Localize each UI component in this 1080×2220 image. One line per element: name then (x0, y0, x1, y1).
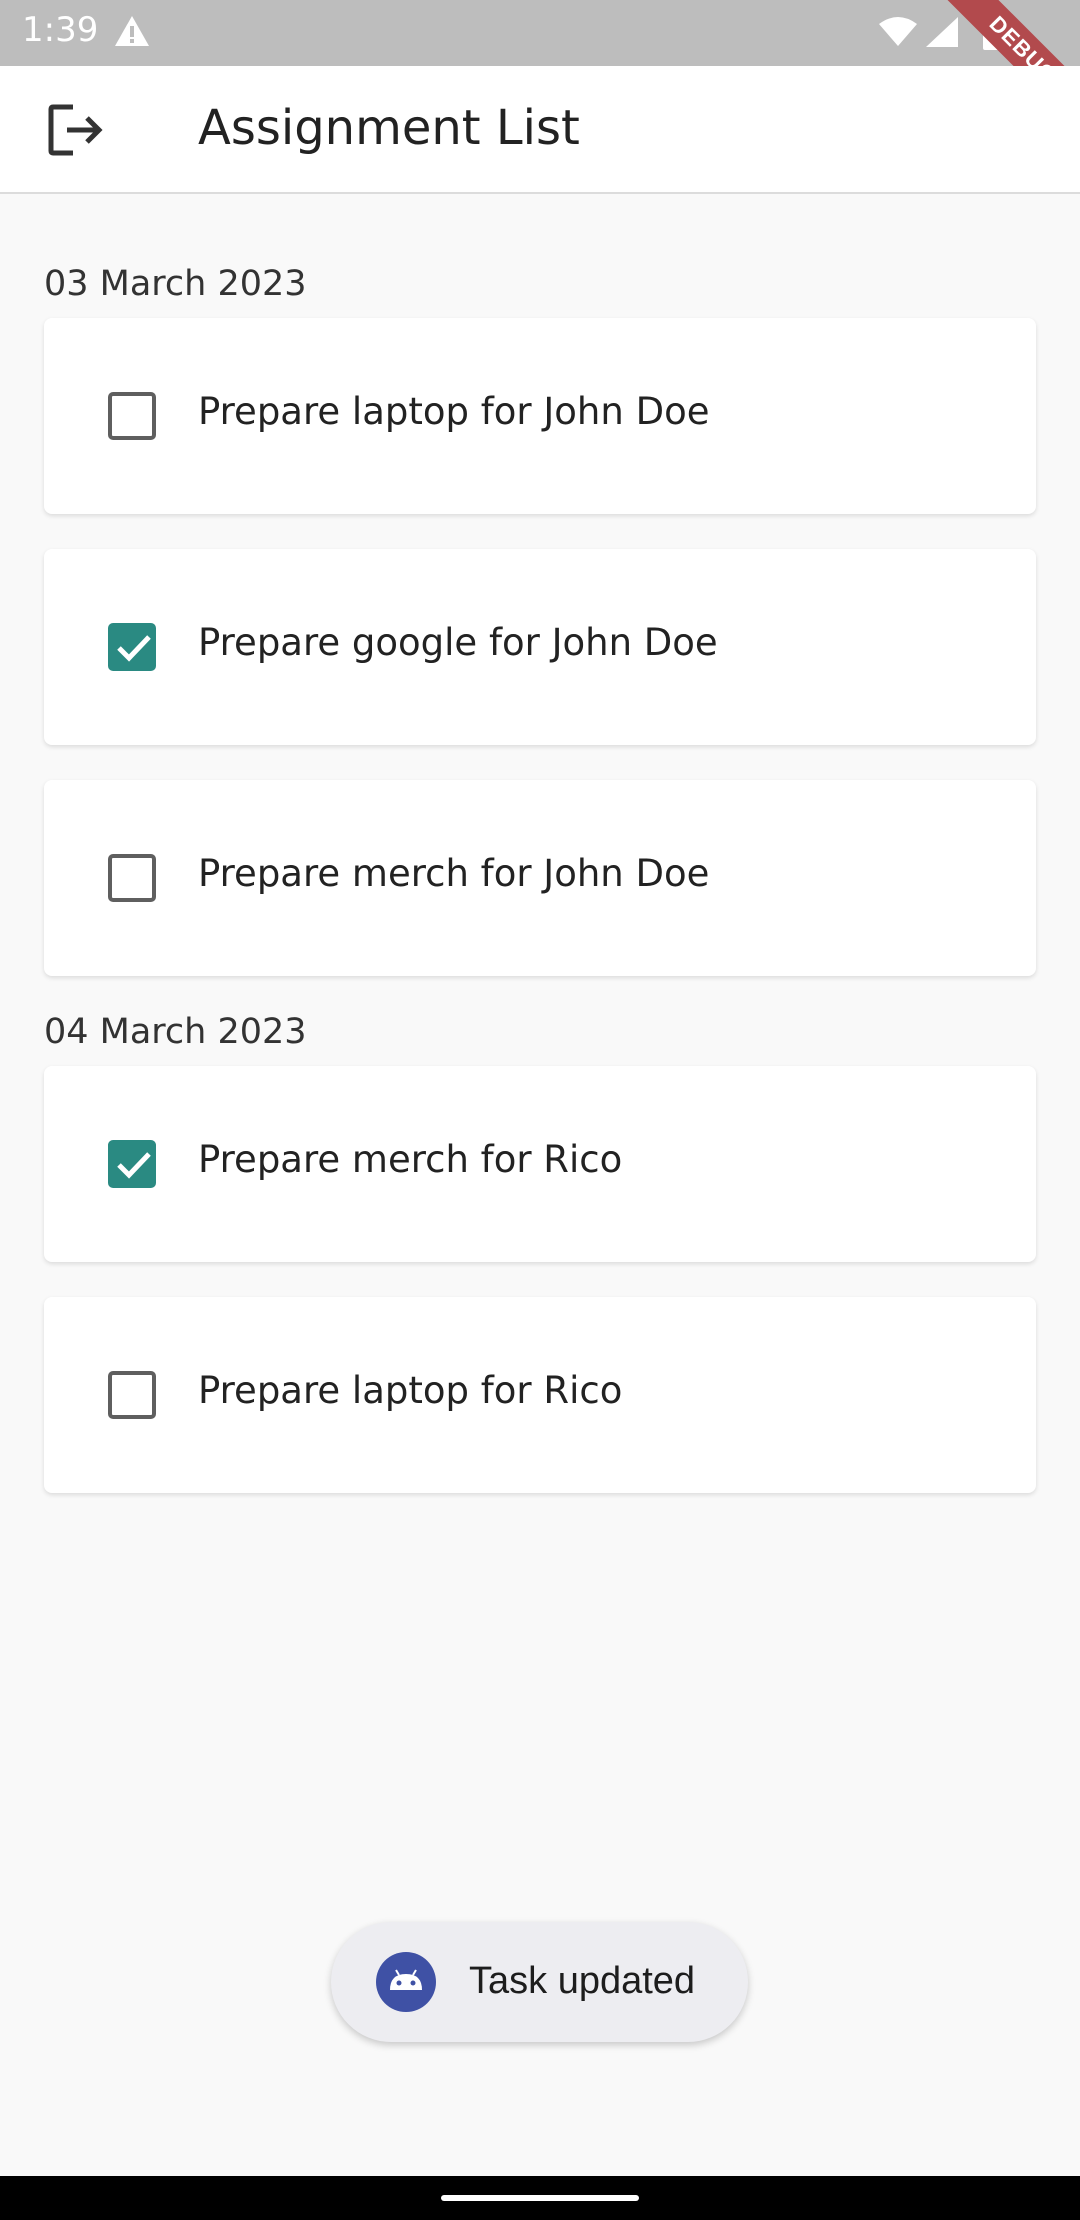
task-label: Prepare merch for Rico (198, 1138, 623, 1181)
task-card[interactable]: Prepare laptop for John Doe (44, 318, 1036, 514)
status-bar: 1:39 (0, 0, 1080, 66)
task-card[interactable]: Prepare google for John Doe (44, 549, 1036, 745)
task-card[interactable]: Prepare merch for John Doe (44, 780, 1036, 976)
task-checkbox[interactable] (108, 1140, 156, 1188)
task-label: Prepare laptop for John Doe (198, 390, 710, 433)
task-checkbox[interactable] (108, 623, 156, 671)
toast: Task updated (331, 1922, 748, 2042)
warning-icon (113, 14, 151, 52)
page-title: Assignment List (198, 100, 580, 156)
navigation-bar (0, 2176, 1080, 2220)
checkmark-icon (117, 635, 151, 662)
status-time: 1:39 (22, 10, 99, 50)
task-label: Prepare google for John Doe (198, 621, 718, 664)
task-checkbox[interactable] (108, 854, 156, 902)
signal-icon (925, 16, 959, 52)
app-bar: Assignment List (0, 66, 1080, 194)
android-app-icon (376, 1952, 436, 2016)
task-checkbox[interactable] (108, 1371, 156, 1419)
checkmark-icon (117, 1152, 151, 1179)
task-card[interactable]: Prepare laptop for Rico (44, 1297, 1036, 1493)
task-card[interactable]: Prepare merch for Rico (44, 1066, 1036, 1262)
home-handle[interactable] (441, 2195, 639, 2201)
wifi-icon (878, 16, 918, 52)
group-date: 04 March 2023 (44, 1012, 307, 1052)
task-label: Prepare laptop for Rico (198, 1369, 623, 1412)
logout-icon (47, 103, 105, 161)
task-label: Prepare merch for John Doe (198, 852, 710, 895)
group-date: 03 March 2023 (44, 264, 307, 304)
logout-button[interactable] (38, 94, 114, 170)
toast-message: Task updated (469, 1960, 696, 2002)
task-checkbox[interactable] (108, 392, 156, 440)
